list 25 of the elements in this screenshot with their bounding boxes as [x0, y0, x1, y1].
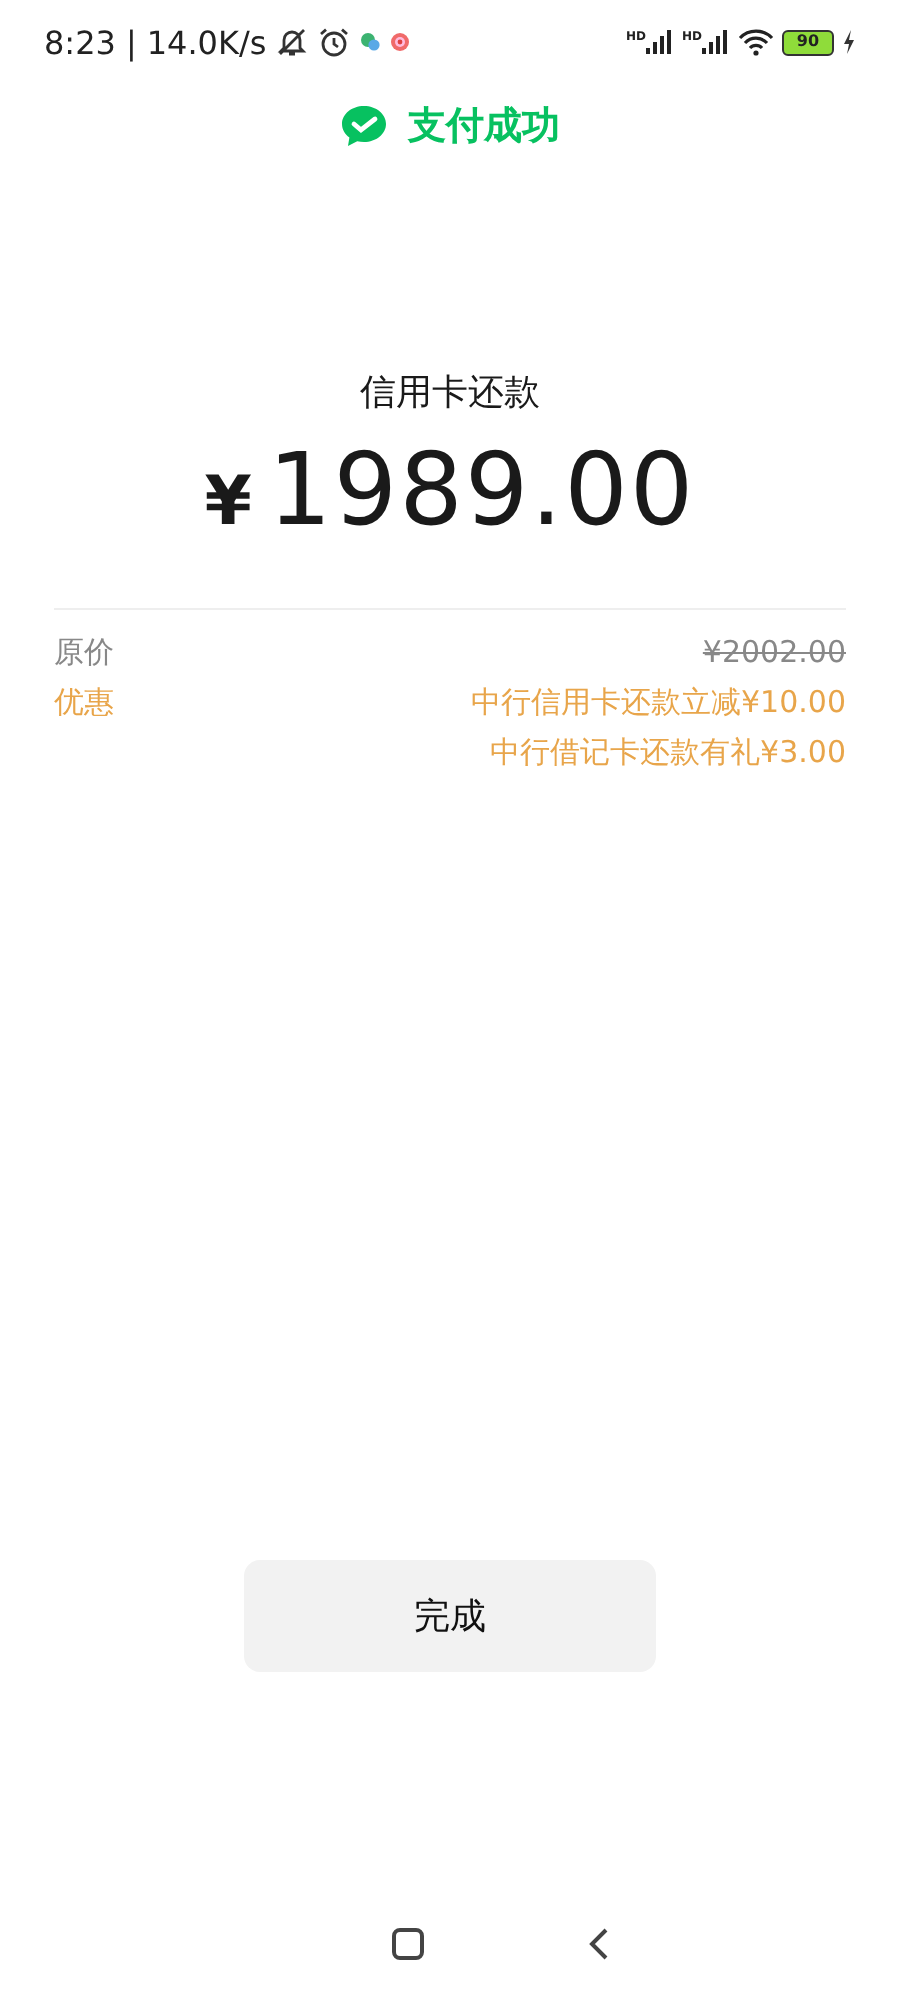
target-app-icon	[390, 32, 411, 52]
back-icon[interactable]	[586, 1926, 610, 1962]
detail-label: 原价	[54, 634, 114, 672]
clock: 8:23	[44, 23, 116, 61]
signal-icon	[645, 30, 674, 54]
currency-symbol: ¥	[204, 462, 252, 542]
detail-value: 中行信用卡还款立减¥10.00	[471, 684, 846, 722]
wifi-icon	[738, 28, 774, 56]
network-speed: 14.0K/s	[146, 23, 267, 61]
muted-bell-icon	[276, 26, 309, 58]
battery-indicator: 90	[782, 29, 834, 55]
detail-label: 优惠	[54, 684, 114, 722]
chat-app-icon	[360, 32, 381, 52]
charging-bolt-icon	[842, 30, 856, 54]
detail-value: ¥2002.00	[702, 634, 846, 670]
status-separator: |	[125, 23, 137, 61]
detail-value: 中行借记卡还款有礼¥3.00	[490, 734, 846, 772]
payment-amount: 1989.00	[267, 432, 696, 548]
checkmark-bubble-icon	[340, 104, 388, 148]
alarm-clock-icon	[318, 26, 351, 58]
signal-icon	[702, 30, 730, 54]
done-button[interactable]: 完成	[244, 1560, 656, 1672]
payment-success-title: 支付成功	[408, 102, 560, 152]
payment-label: 信用卡还款	[360, 370, 540, 416]
home-icon[interactable]	[390, 1926, 426, 1962]
